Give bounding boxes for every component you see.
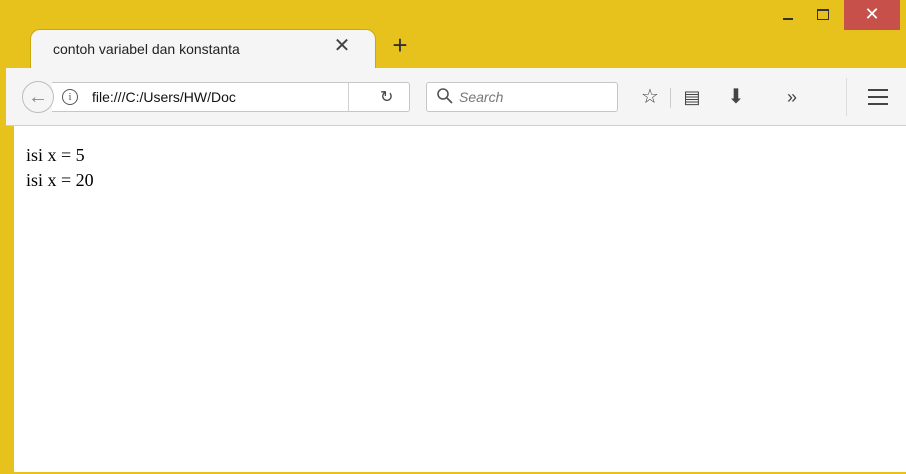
toolbar-divider [670, 88, 671, 108]
minimize-icon [783, 18, 793, 20]
toolbar-divider-2 [846, 78, 847, 116]
output-line-1: isi x = 5 [26, 145, 85, 165]
page-content: isi x = 5 isi x = 20 [14, 126, 906, 472]
new-tab-button[interactable]: + [390, 32, 410, 58]
info-icon[interactable]: i [62, 89, 78, 105]
nav-toolbar: i file:///C:/Users/HW/Doc ↻ ← Search ☆ ▤… [6, 68, 906, 126]
overflow-menu-icon[interactable]: » [780, 86, 804, 108]
search-placeholder: Search [459, 89, 504, 105]
download-icon[interactable]: ⬇ [724, 86, 748, 108]
hamburger-menu-icon[interactable] [868, 89, 888, 105]
url-bar[interactable]: i file:///C:/Users/HW/Doc ↻ [52, 82, 410, 112]
tab-strip: contoh variabel dan konstanta ✕ + ✕ [0, 0, 906, 69]
tab-active[interactable]: contoh variabel dan konstanta ✕ [30, 29, 376, 69]
back-button[interactable]: ← [22, 81, 54, 113]
url-divider [348, 83, 349, 111]
output-line-2: isi x = 20 [26, 170, 94, 190]
maximize-button[interactable] [808, 0, 838, 30]
tab-close-icon[interactable]: ✕ [333, 36, 351, 56]
tab-title: contoh variabel dan konstanta [53, 41, 240, 57]
search-icon [437, 88, 453, 104]
url-text[interactable]: file:///C:/Users/HW/Doc [92, 89, 298, 105]
search-input[interactable]: Search [426, 82, 618, 112]
minimize-button[interactable] [774, 0, 802, 30]
bookmark-star-icon[interactable]: ☆ [638, 86, 662, 108]
close-icon: ✕ [864, 4, 880, 24]
close-window-button[interactable]: ✕ [844, 0, 900, 30]
back-arrow-icon: ← [28, 86, 48, 108]
reload-icon[interactable]: ↻ [380, 87, 393, 107]
browser-window: contoh variabel dan konstanta ✕ + ✕ i fi… [0, 0, 906, 474]
maximize-icon [817, 9, 829, 20]
reading-list-icon[interactable]: ▤ [680, 86, 704, 108]
